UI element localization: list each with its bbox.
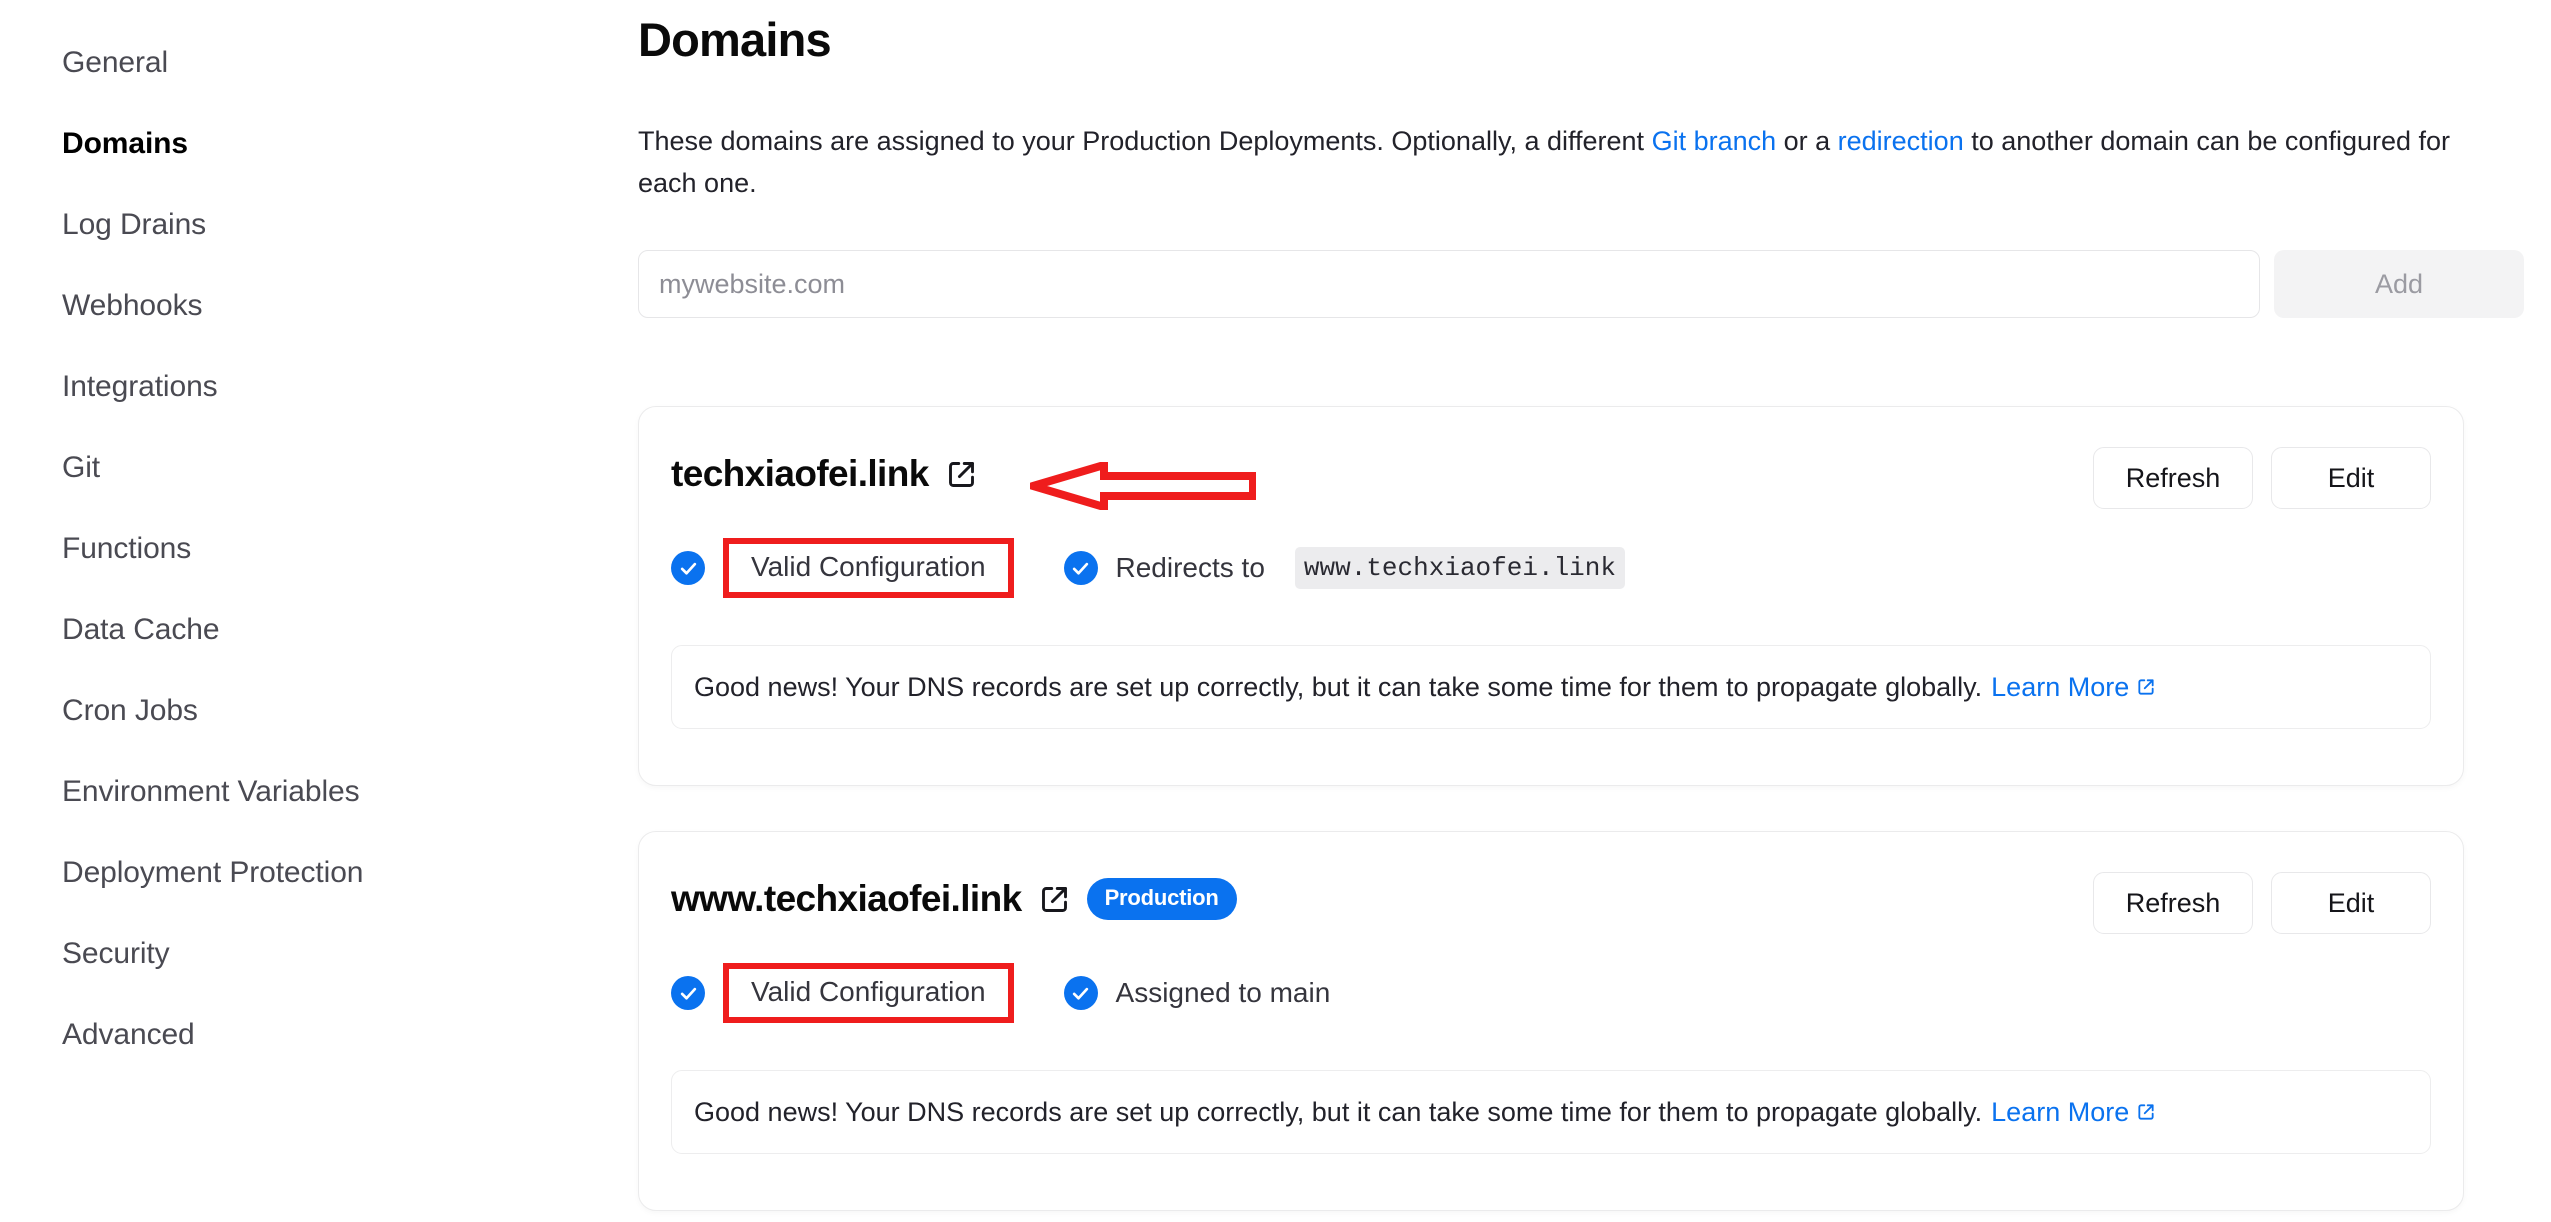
check-circle-icon — [1063, 551, 1098, 585]
status-valid-configuration: Valid Configuration — [671, 963, 1014, 1023]
description-part-1: These domains are assigned to your Produ… — [638, 126, 1652, 156]
sidebar-item-label: Advanced — [62, 1017, 195, 1051]
status-secondary-label: Redirects to — [1115, 552, 1265, 583]
sidebar-item-general[interactable]: General — [0, 22, 600, 103]
sidebar-item-label: Cron Jobs — [62, 693, 198, 727]
sidebar-item-git[interactable]: Git — [0, 427, 600, 508]
edit-button[interactable]: Edit — [2271, 447, 2431, 509]
status-secondary-label: Assigned to main — [1115, 977, 1331, 1008]
dns-notice: Good news! Your DNS records are set up c… — [671, 1070, 2431, 1154]
domain-status-row: Valid Configuration Redirects to www.tec… — [671, 538, 1625, 598]
external-link-icon — [2138, 1104, 2154, 1120]
settings-sidebar: General Domains Log Drains Webhooks Inte… — [0, 0, 600, 1222]
sidebar-item-domains[interactable]: Domains — [0, 103, 600, 184]
sidebar-item-deployment-protection[interactable]: Deployment Protection — [0, 832, 600, 913]
refresh-button[interactable]: Refresh — [2093, 447, 2253, 509]
status-valid-configuration: Valid Configuration — [671, 538, 1014, 598]
page-description: These domains are assigned to your Produ… — [638, 120, 2483, 204]
domain-card-actions: Refresh Edit — [2093, 872, 2431, 934]
sidebar-item-data-cache[interactable]: Data Cache — [0, 589, 600, 670]
sidebar-item-label: Webhooks — [62, 288, 203, 322]
learn-more-label: Learn More — [1991, 1096, 2130, 1127]
external-link-icon[interactable] — [1038, 883, 1071, 916]
sidebar-item-label: Security — [62, 936, 170, 970]
status-primary-label: Valid Configuration — [723, 538, 1014, 598]
settings-page: General Domains Log Drains Webhooks Inte… — [0, 0, 2551, 1222]
sidebar-item-log-drains[interactable]: Log Drains — [0, 184, 600, 265]
external-link-icon[interactable] — [945, 458, 978, 491]
main-content: Domains These domains are assigned to yo… — [600, 0, 2551, 1222]
domain-name: www.techxiaofei.link — [671, 878, 1022, 919]
learn-more-link[interactable]: Learn More — [1991, 1097, 2156, 1128]
dns-notice: Good news! Your DNS records are set up c… — [671, 645, 2431, 729]
dns-notice-text: Good news! Your DNS records are set up c… — [694, 671, 1983, 702]
redirection-link[interactable]: redirection — [1838, 126, 1964, 156]
sidebar-item-label: Integrations — [62, 369, 218, 403]
add-domain-row: Add — [638, 250, 2524, 318]
refresh-button[interactable]: Refresh — [2093, 872, 2253, 934]
sidebar-item-security[interactable]: Security — [0, 913, 600, 994]
sidebar-item-label: General — [62, 45, 169, 79]
redirect-target: www.techxiaofei.link — [1294, 547, 1625, 589]
sidebar-item-label: Functions — [62, 531, 192, 565]
check-circle-icon — [1063, 976, 1098, 1010]
sidebar-item-functions[interactable]: Functions — [0, 508, 600, 589]
domain-card: www.techxiaofei.link Production Refresh … — [638, 831, 2464, 1211]
status-redirect: Redirects to www.techxiaofei.link — [1063, 547, 1625, 589]
domain-name: techxiaofei.link — [671, 453, 929, 494]
check-circle-icon — [671, 551, 705, 585]
domain-card-header: www.techxiaofei.link Production — [671, 878, 1237, 920]
domain-card: techxiaofei.link Refresh Edit Valid Conf… — [638, 406, 2464, 786]
check-circle-icon — [671, 976, 705, 1010]
domain-card-actions: Refresh Edit — [2093, 447, 2431, 509]
git-branch-link[interactable]: Git branch — [1652, 126, 1777, 156]
domain-status-row: Valid Configuration Assigned to main — [671, 963, 1331, 1023]
dns-notice-text: Good news! Your DNS records are set up c… — [694, 1096, 1983, 1127]
sidebar-item-label: Git — [62, 450, 101, 484]
sidebar-item-label: Environment Variables — [62, 774, 360, 808]
sidebar-item-environment-variables[interactable]: Environment Variables — [0, 751, 600, 832]
sidebar-item-label: Data Cache — [62, 612, 220, 646]
sidebar-item-webhooks[interactable]: Webhooks — [0, 265, 600, 346]
page-title: Domains — [638, 13, 832, 66]
add-domain-button[interactable]: Add — [2274, 250, 2524, 318]
status-badge: Production — [1086, 878, 1237, 920]
sidebar-item-label: Log Drains — [62, 207, 207, 241]
external-link-icon — [2138, 679, 2154, 695]
edit-button[interactable]: Edit — [2271, 872, 2431, 934]
sidebar-item-integrations[interactable]: Integrations — [0, 346, 600, 427]
status-primary-label: Valid Configuration — [723, 963, 1014, 1023]
learn-more-label: Learn More — [1991, 671, 2130, 702]
domain-input[interactable] — [638, 250, 2260, 318]
description-part-2: or a — [1776, 126, 1838, 156]
domain-card-header: techxiaofei.link — [671, 453, 978, 495]
sidebar-item-advanced[interactable]: Advanced — [0, 994, 600, 1075]
sidebar-item-cron-jobs[interactable]: Cron Jobs — [0, 670, 600, 751]
learn-more-link[interactable]: Learn More — [1991, 672, 2156, 703]
sidebar-item-label: Domains — [62, 126, 188, 160]
status-assignment: Assigned to main — [1063, 976, 1331, 1010]
sidebar-item-label: Deployment Protection — [62, 855, 364, 889]
